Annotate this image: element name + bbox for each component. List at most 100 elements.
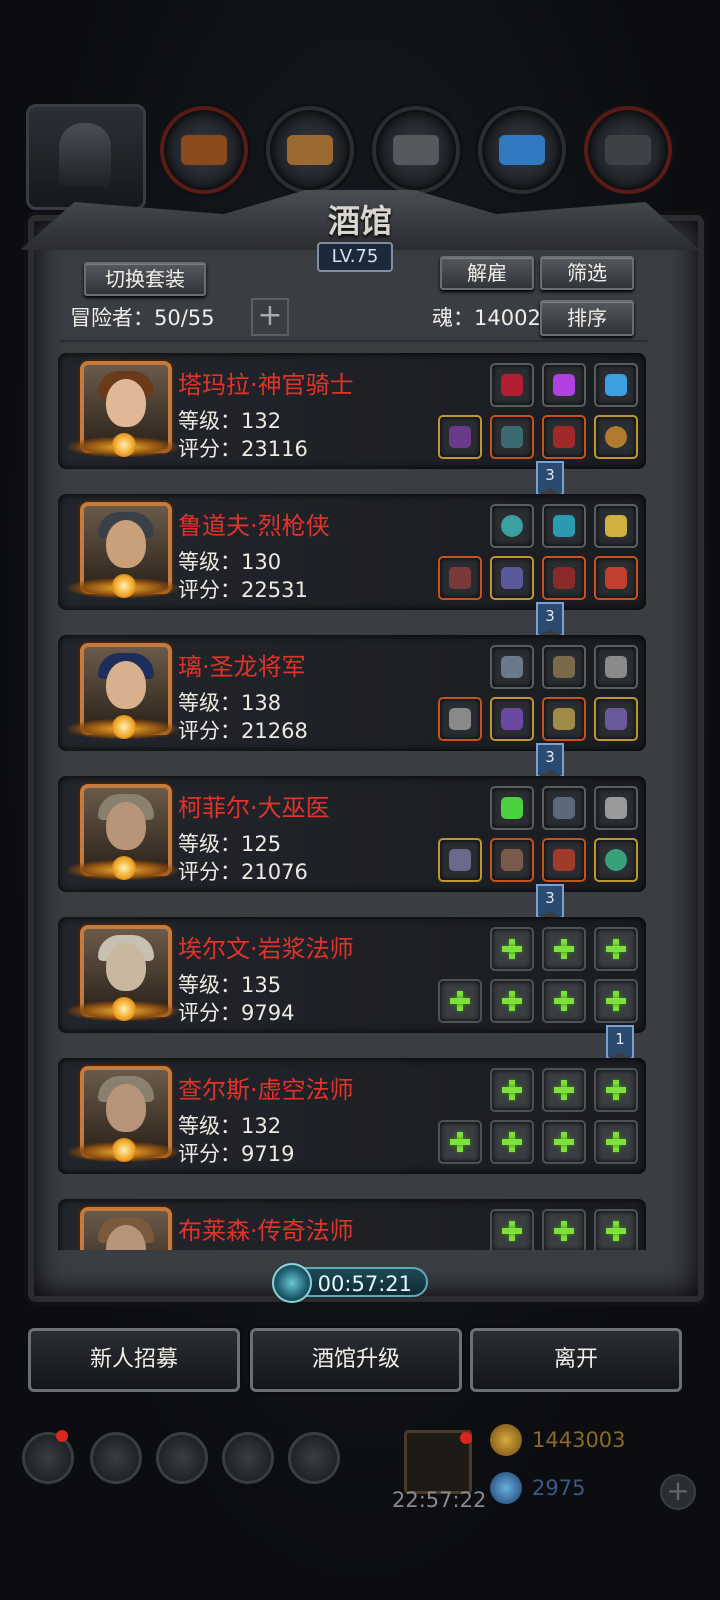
lantern-slot[interactable] [594,504,638,548]
tier-badge: 3 [536,461,564,495]
empty-equip-slot[interactable] [542,1120,586,1164]
necklace-icon [605,708,627,730]
empty-equip-slot[interactable] [542,1209,586,1250]
hero-avatar [80,1207,172,1250]
map-icon[interactable] [288,1432,340,1484]
hero-level: 等级：125 [178,832,282,856]
rune-slot[interactable] [594,363,638,407]
hero-card[interactable]: 柯菲尔·大巫医 等级：125 评分：21076 [58,776,646,892]
hero-name: 埃尔文·岩浆法师 [178,935,354,963]
helm-icon [553,849,575,871]
helm-slot[interactable] [542,838,586,882]
hero-card[interactable]: 布莱森·传奇法师 [58,1199,646,1250]
weapon-slot[interactable] [438,838,482,882]
add-slot-button[interactable]: + [251,298,289,336]
helm-icon [553,708,575,730]
empty-equip-slot[interactable] [490,979,534,1023]
gold-icon [490,1424,522,1456]
empty-equip-slot[interactable] [542,927,586,971]
upgrade-tavern-button[interactable]: 酒馆升级 [250,1328,462,1392]
armor-slot[interactable] [490,415,534,459]
hero-name: 璃·圣龙将军 [178,653,306,681]
tab-iron[interactable] [584,106,672,194]
amulet-slot[interactable] [490,504,534,548]
tier-badge: 3 [536,602,564,636]
empty-equip-slot[interactable] [490,927,534,971]
stone-icon [393,135,439,165]
hero-card[interactable]: 查尔斯·虚空法师 等级：132 评分：9719 [58,1058,646,1174]
ring-slot[interactable] [594,415,638,459]
totem-slot[interactable] [490,786,534,830]
bow-slot[interactable] [542,645,586,689]
hero-card[interactable]: 塔玛拉·神官骑士 等级：132 评分：23116 [58,353,646,469]
castle-icon[interactable] [156,1432,208,1484]
weapon-slot[interactable] [438,556,482,600]
gem-currency-icon [490,1472,522,1504]
tab-wood[interactable] [266,106,354,194]
add-currency-button[interactable]: + [660,1474,696,1510]
tab-crystal[interactable] [478,106,566,194]
empty-equip-slot[interactable] [594,979,638,1023]
hero-score: 评分：21268 [178,719,308,743]
empty-equip-slot[interactable] [594,927,638,971]
gem-slot[interactable] [542,363,586,407]
empty-equip-slot[interactable] [490,1068,534,1112]
switch-outfit-button[interactable]: 切换套装 [84,262,206,296]
weapon-slot[interactable] [438,697,482,741]
bracelet-slot[interactable] [594,838,638,882]
mask-slot[interactable] [542,786,586,830]
hero-list[interactable]: 塔玛拉·神官骑士 等级：132 评分：23116 3 鲁道夫·烈枪侠 等级：13… [52,348,664,1250]
tier-badge: 3 [536,884,564,918]
filter-button[interactable]: 筛选 [540,256,634,290]
necklace-slot[interactable] [594,697,638,741]
helm-slot[interactable] [542,697,586,741]
empty-equip-slot[interactable] [438,979,482,1023]
rank-sun-icon [112,715,136,739]
sort-button[interactable]: 排序 [540,300,634,336]
helm-slot[interactable] [542,415,586,459]
hero-portrait-icon [59,123,111,187]
guild-icon[interactable] [90,1432,142,1484]
gift-notification-dot [460,1432,472,1444]
bracer-slot[interactable] [490,645,534,689]
empty-equip-slot[interactable] [594,1068,638,1112]
add-icon [500,1078,524,1102]
necklace-slot[interactable] [594,556,638,600]
tab-stone[interactable] [372,106,460,194]
mail-icon[interactable] [222,1432,274,1484]
amulet-slot[interactable] [490,363,534,407]
gem-slot[interactable] [542,504,586,548]
hero-level: 等级：138 [178,691,282,715]
hero-card[interactable]: 鲁道夫·烈枪侠 等级：130 评分：22531 [58,494,646,610]
recruit-button[interactable]: 新人招募 [28,1328,240,1392]
empty-equip-slot[interactable] [594,1120,638,1164]
armor-icon [501,567,523,589]
empty-equip-slot[interactable] [594,1209,638,1250]
hero-score: 评分：9794 [178,1001,295,1025]
weapon-slot[interactable] [438,415,482,459]
staff-icon [449,426,471,448]
leave-button[interactable]: 离开 [470,1328,682,1392]
empty-equip-slot[interactable] [490,1120,534,1164]
helm-slot[interactable] [542,556,586,600]
add-icon [552,937,576,961]
bracelet-icon [605,849,627,871]
hero-card[interactable]: 璃·圣龙将军 等级：138 评分：21268 [58,635,646,751]
armor-slot[interactable] [490,838,534,882]
emblem-slot[interactable] [594,645,638,689]
fire-button[interactable]: 解雇 [440,256,534,290]
empty-equip-slot[interactable] [542,1068,586,1112]
empty-equip-slot[interactable] [542,979,586,1023]
empty-equip-slot[interactable] [490,1209,534,1250]
empty-equip-slot[interactable] [438,1120,482,1164]
hero-level: 等级：132 [178,1114,282,1138]
blade-slot[interactable] [594,786,638,830]
hero-card[interactable]: 埃尔文·岩浆法师 等级：135 评分：9794 [58,917,646,1033]
tier-badge: 3 [536,743,564,777]
armor-slot[interactable] [490,556,534,600]
add-icon [552,1130,576,1154]
armor-icon [501,708,523,730]
tab-food[interactable] [160,106,248,194]
armor-slot[interactable] [490,697,534,741]
tab-heroes[interactable] [26,104,146,210]
